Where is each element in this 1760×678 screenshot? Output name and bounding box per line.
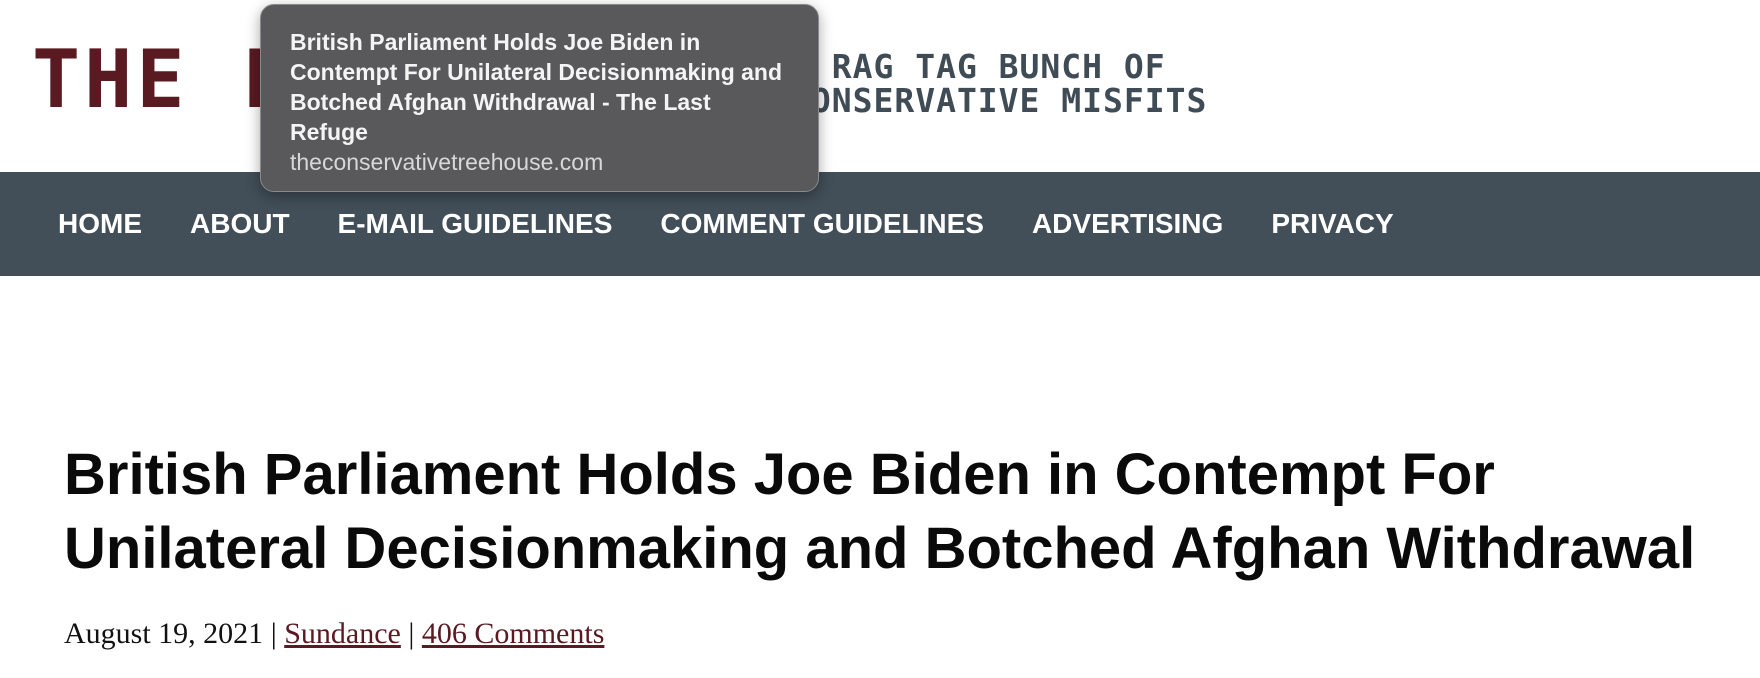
meta-separator: | <box>408 617 415 650</box>
tagline-line-2: CONSERVATIVE MISFITS <box>790 81 1208 120</box>
site-tagline: A RAG TAG BUNCH OF CONSERVATIVE MISFITS <box>790 50 1207 118</box>
comments-link[interactable]: 406 Comments <box>422 617 605 650</box>
author-link[interactable]: Sundance <box>284 617 401 650</box>
article-title: British Parliament Holds Joe Biden in Co… <box>64 442 1696 581</box>
tagline-line-1: A RAG TAG BUNCH OF <box>790 47 1166 86</box>
tab-tooltip: British Parliament Holds Joe Biden in Co… <box>260 4 819 192</box>
nav-item-about[interactable]: ABOUT <box>190 208 290 240</box>
tooltip-title: British Parliament Holds Joe Biden in Co… <box>290 29 783 145</box>
article-meta: August 19, 2021 | Sundance | 406 Comment… <box>64 617 604 651</box>
nav-item-email-guidelines[interactable]: E-MAIL GUIDELINES <box>338 208 613 240</box>
nav-item-home[interactable]: HOME <box>58 208 142 240</box>
post-date: August 19, 2021 <box>64 617 264 650</box>
nav-item-advertising[interactable]: ADVERTISING <box>1032 208 1223 240</box>
nav-item-privacy[interactable]: PRIVACY <box>1271 208 1393 240</box>
nav-item-comment-guidelines[interactable]: COMMENT GUIDELINES <box>660 208 984 240</box>
tooltip-url: theconservativetreehouse.com <box>290 149 604 175</box>
meta-separator: | <box>270 617 277 650</box>
